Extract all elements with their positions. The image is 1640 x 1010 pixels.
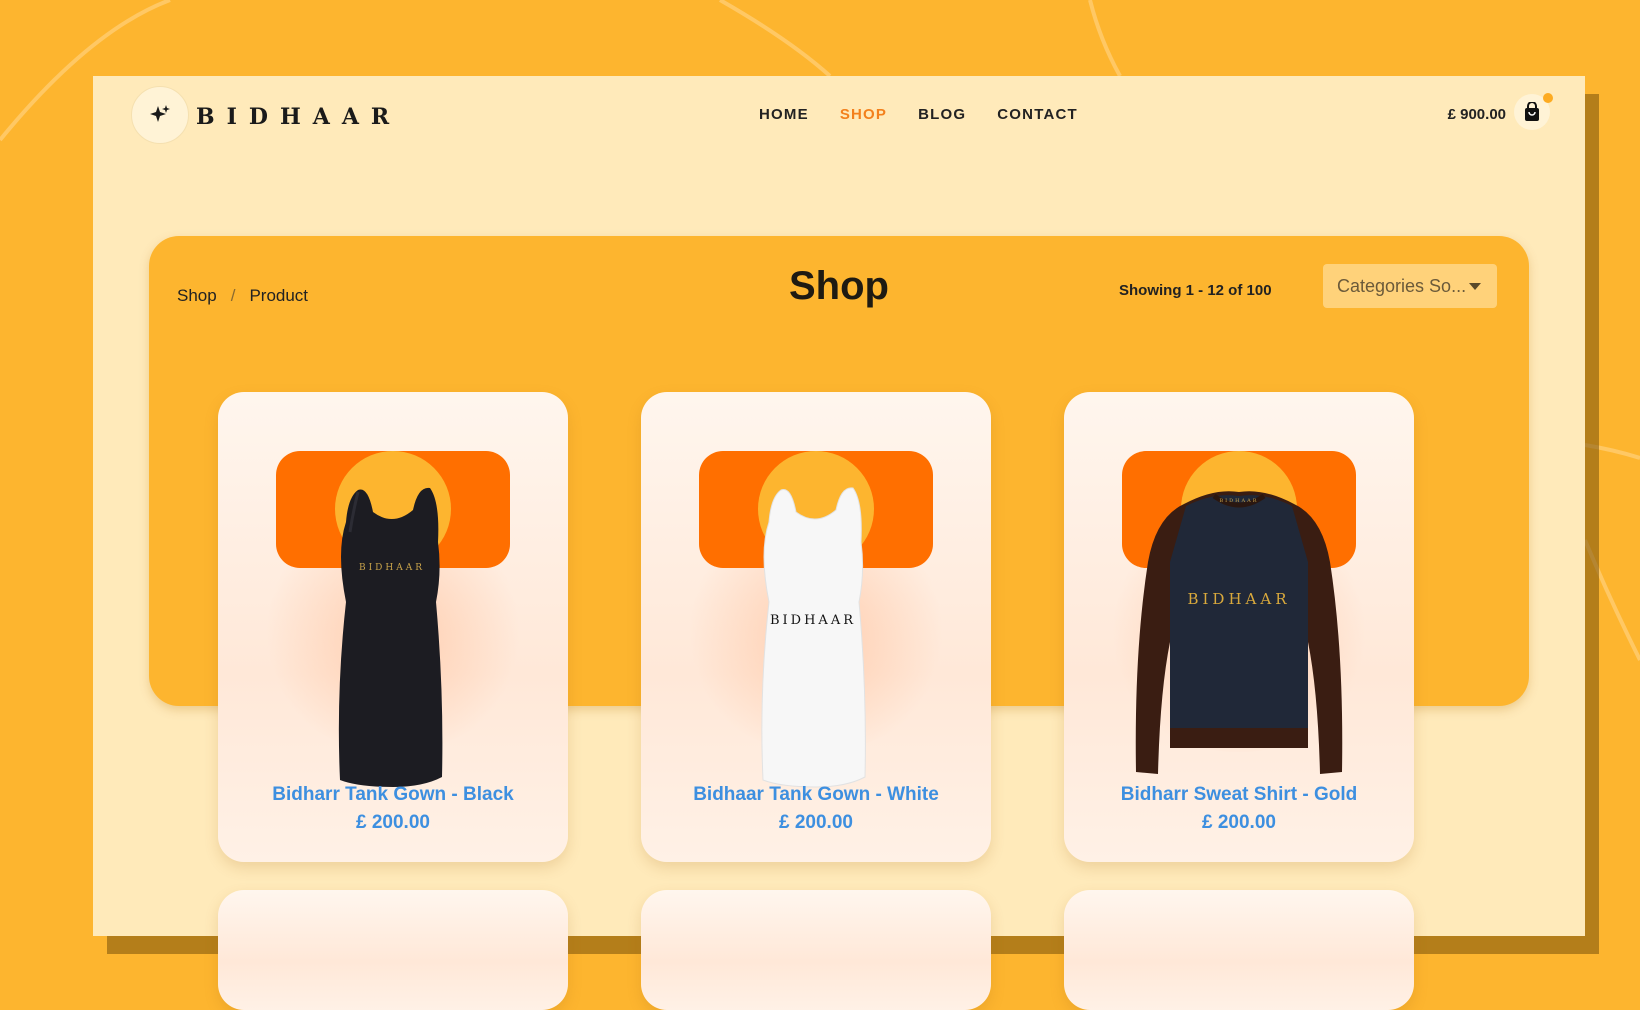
product-name[interactable]: Bidhaar Tank Gown - White	[641, 784, 991, 806]
browser-window: BIDHAAR HOME SHOP BLOG CONTACT £ 900.00 …	[93, 76, 1585, 1010]
nav-home[interactable]: HOME	[759, 106, 809, 123]
product-label-text: BIDHAAR	[1219, 498, 1258, 504]
product-name[interactable]: Bidharr Tank Gown - Black	[218, 784, 568, 806]
categories-sort-value: Categories So...	[1337, 275, 1467, 296]
cart-total: £ 900.00	[1447, 106, 1506, 123]
nav-shop[interactable]: SHOP	[840, 106, 887, 123]
tank-gown-black-image[interactable]: BIDHAAR	[218, 392, 568, 792]
product-card[interactable]: BIDHAAR Bidharr Tank Gown - Black £ 200.…	[218, 392, 568, 862]
brand-name[interactable]: BIDHAAR	[196, 104, 401, 130]
cart-badge	[1543, 93, 1553, 103]
page-title: Shop	[789, 264, 889, 308]
product-price: £ 200.00	[356, 812, 430, 833]
nav-blog[interactable]: BLOG	[918, 106, 966, 123]
result-count: Showing 1 - 12 of 100	[1119, 282, 1272, 299]
product-price: £ 200.00	[779, 812, 853, 833]
product-print-text: BIDHAAR	[770, 613, 856, 628]
product-card[interactable]: BIDHAAR Bidhaar Tank Gown - White £ 200.…	[641, 392, 991, 862]
sweatshirt-image[interactable]: BIDHAAR BIDHAAR	[1064, 392, 1414, 792]
tank-gown-white-image[interactable]: BIDHAAR	[641, 392, 991, 792]
product-price: £ 200.00	[1202, 812, 1276, 833]
product-card-partial[interactable]	[1064, 890, 1414, 1010]
product-name[interactable]: Bidharr Sweat Shirt - Gold	[1064, 784, 1414, 806]
sparkle-icon	[150, 105, 170, 122]
main-nav: HOME SHOP BLOG CONTACT	[759, 106, 1078, 123]
product-card-partial[interactable]	[218, 890, 568, 1010]
cart-button[interactable]	[1514, 93, 1553, 130]
product-card-partial[interactable]	[641, 890, 991, 1010]
shopping-bag-icon	[1525, 102, 1539, 121]
categories-sort-select[interactable]: Categories So...	[1323, 264, 1497, 308]
nav-contact[interactable]: CONTACT	[997, 106, 1078, 123]
chevron-down-icon	[1469, 283, 1481, 290]
product-print-text: BIDHAAR	[359, 563, 425, 573]
product-print-text: BIDHAAR	[1187, 590, 1290, 608]
logo-mark[interactable]	[131, 86, 189, 144]
product-card[interactable]: BIDHAAR BIDHAAR Bidharr Sweat Shirt - Go…	[1064, 392, 1414, 862]
